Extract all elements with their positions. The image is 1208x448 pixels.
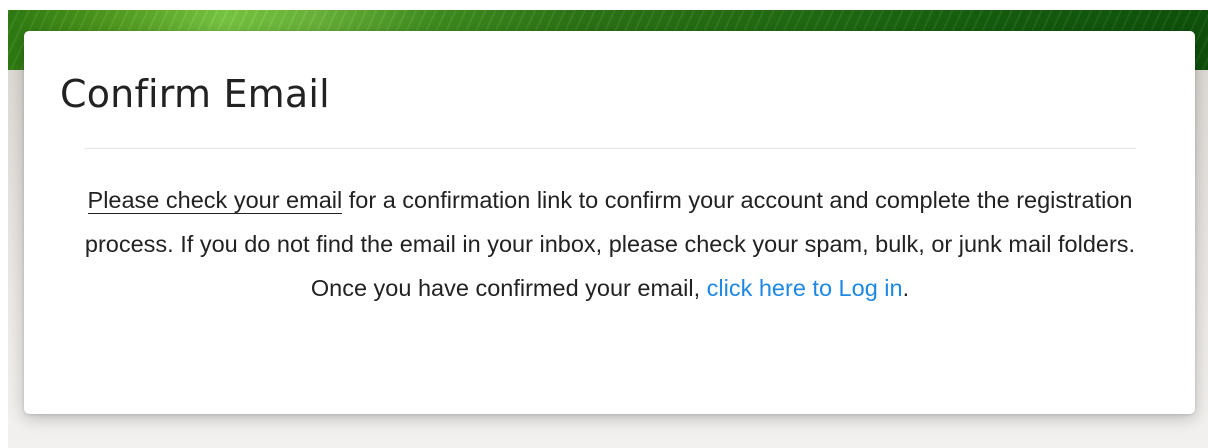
- message-end: .: [902, 275, 910, 301]
- login-link[interactable]: click here to Log in: [707, 275, 903, 301]
- title-divider: [84, 148, 1136, 149]
- confirmation-message: Please check your email for a confirmati…: [60, 178, 1160, 310]
- page-title: Confirm Email: [60, 72, 330, 116]
- page: Confirm Email Please check your email fo…: [0, 0, 1208, 448]
- check-email-link[interactable]: Please check your email: [87, 187, 343, 214]
